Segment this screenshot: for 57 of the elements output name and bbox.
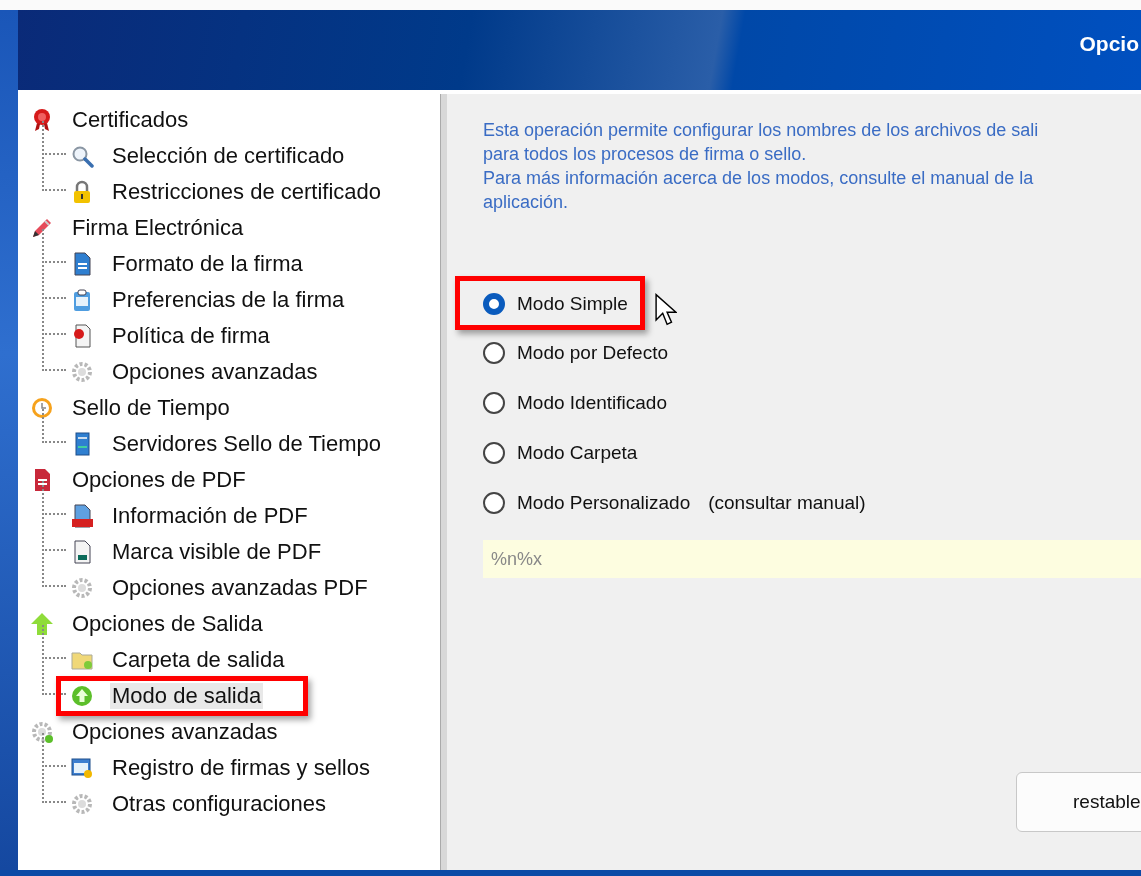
note-text: (consultar manual) [708, 492, 866, 514]
tree-item[interactable]: Formato de la firma [110, 251, 305, 277]
splitter-bar[interactable] [440, 94, 447, 870]
arrow-circle-icon [70, 684, 94, 708]
register-key-icon [70, 756, 94, 780]
tree-item[interactable]: Carpeta de salida [110, 647, 287, 673]
pattern-field[interactable]: %n%x [483, 540, 1141, 578]
tree-connector-line [42, 733, 66, 767]
tree-item[interactable]: Registro de firmas y sellos [110, 755, 372, 781]
tree-item[interactable]: Opciones de Salida [70, 611, 265, 637]
tree-item[interactable]: Restricciones de certificado [110, 179, 383, 205]
gear-icon [70, 792, 94, 816]
tree-item[interactable]: Firma Electrónica [70, 215, 246, 241]
tree-item[interactable]: Marca visible de PDF [110, 539, 324, 565]
tree-item[interactable]: Política de firma [110, 323, 272, 349]
tree-item[interactable]: Servidores Sello de Tiempo [110, 431, 384, 457]
gear-icon [30, 720, 54, 744]
tree-connector-line [42, 157, 66, 191]
tree-connector-line [42, 625, 66, 659]
tree-connector-line [42, 769, 66, 803]
tree-connector-line [42, 337, 66, 371]
gear-icon [70, 576, 94, 600]
reset-button[interactable]: restable [1016, 772, 1141, 832]
tree-item[interactable]: Información de PDF [110, 503, 310, 529]
magnifier-icon [70, 144, 94, 168]
tree-item[interactable]: Certificados [70, 107, 191, 133]
up-arrow-icon [30, 612, 54, 636]
tree-connector-line [42, 409, 66, 443]
tree-item[interactable]: Opciones avanzadas PDF [110, 575, 370, 601]
radio-option[interactable]: Modo Identificado [483, 392, 667, 414]
tree-item[interactable]: Otras configuraciones [110, 791, 328, 817]
tree-item[interactable]: Preferencias de la firma [110, 287, 347, 313]
clock-icon [30, 396, 54, 420]
tree-connector-line [42, 517, 66, 551]
tree-connector-line [42, 301, 66, 335]
radio-option[interactable]: Modo Carpeta [483, 442, 638, 464]
tree-connector-line [42, 229, 66, 263]
radio-option[interactable]: Modo por Defecto [483, 342, 669, 364]
tree-connector-line [42, 481, 66, 515]
gear-icon [70, 360, 94, 384]
radio-option[interactable]: Modo Simple [483, 293, 628, 315]
pencil-icon [30, 216, 54, 240]
tree-item[interactable]: Opciones avanzadas [70, 719, 280, 745]
description-text: Esta operación permite configurar los nombres de los archivos de sali para todos los procesos de firma o sello. Para más información acerca de los modos, consulte el manual de la aplicación. [483, 119, 1040, 214]
tree-item[interactable]: Sello de Tiempo [70, 395, 232, 421]
tree-connector-line [42, 265, 66, 299]
tree-connector-line [42, 553, 66, 587]
mouse-cursor-icon [654, 293, 677, 327]
pdf-file-icon [70, 504, 94, 528]
radio-option[interactable]: Modo Personalizado [483, 492, 691, 514]
window-title: Opcio [1079, 31, 1139, 56]
tree-item[interactable]: Opciones avanzadas [110, 359, 320, 385]
tree-connector-line [42, 661, 66, 695]
tree-item[interactable]: Selección de certificado [110, 143, 347, 169]
tree-item[interactable]: Modo de salida [110, 683, 264, 709]
tree-item[interactable]: Opciones de PDF [70, 467, 248, 493]
tree-connector-line [42, 121, 66, 155]
